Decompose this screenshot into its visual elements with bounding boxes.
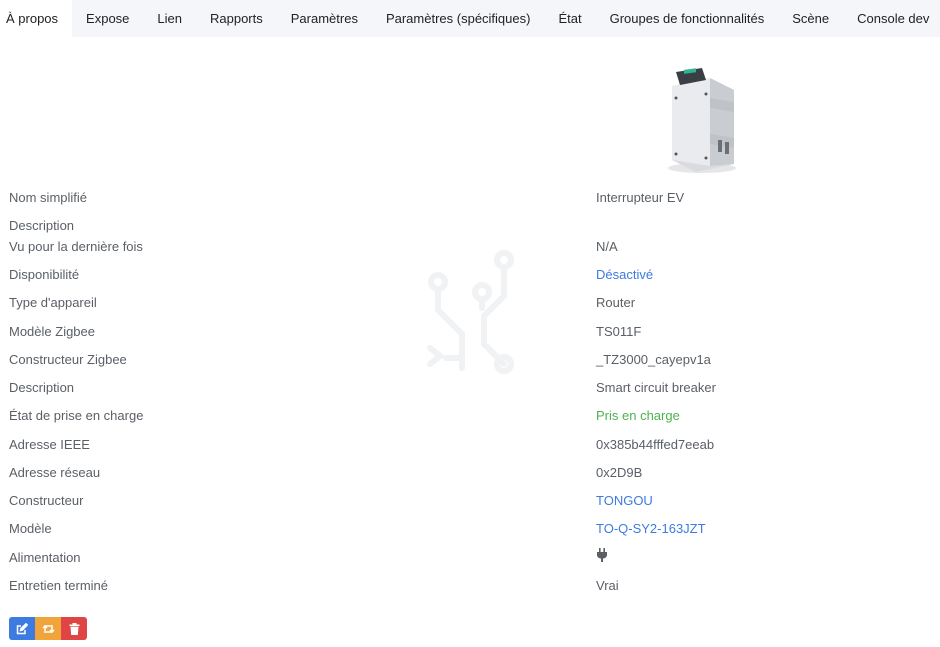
value-last-seen: N/A <box>596 239 618 254</box>
value-interview-completed: Vrai <box>596 578 619 593</box>
model-link[interactable]: TO-Q-SY2-163JZT <box>596 521 706 536</box>
availability-link[interactable]: Désactivé <box>596 267 653 282</box>
edit-button[interactable] <box>9 617 35 640</box>
tab-dev-console[interactable]: Console dev <box>843 0 940 37</box>
value-network-address: 0x2D9B <box>596 465 643 480</box>
tab-bar: À propos Expose Lien Rapports Paramètres… <box>0 0 940 37</box>
tab-scene[interactable]: Scène <box>778 0 843 37</box>
swap-icon <box>41 624 55 633</box>
tab-feature-groups[interactable]: Groupes de fonctionnalités <box>596 0 779 37</box>
tab-bind[interactable]: Lien <box>143 0 196 37</box>
tab-settings[interactable]: Paramètres <box>277 0 372 37</box>
label-ieee-address: Adresse IEEE <box>9 437 90 452</box>
label-description: Description <box>9 218 75 233</box>
device-image <box>668 68 736 173</box>
plug-icon <box>596 548 608 565</box>
swap-button[interactable] <box>35 617 61 640</box>
label-last-seen: Vu pour la dernière fois <box>9 239 143 254</box>
label-zigbee-manufacturer: Constructeur Zigbee <box>9 352 127 367</box>
delete-button[interactable] <box>61 617 87 640</box>
manufacturer-link[interactable]: TONGOU <box>596 493 653 508</box>
label-model: Modèle <box>9 521 52 536</box>
value-device-type: Router <box>596 295 636 310</box>
label-friendly-name: Nom simplifié <box>9 190 88 205</box>
label-interview-completed: Entretien terminé <box>9 578 108 593</box>
value-support-status: Pris en charge <box>596 408 680 423</box>
tab-state[interactable]: État <box>544 0 595 37</box>
value-ieee-address: 0x385b44fffed7eeab <box>596 437 715 452</box>
tab-reports[interactable]: Rapports <box>196 0 277 37</box>
label-network-address: Adresse réseau <box>9 465 101 480</box>
label-availability: Disponibilité <box>9 267 80 282</box>
value-zigbee-model: TS011F <box>596 324 642 339</box>
label-description-2: Description <box>9 380 75 395</box>
label-manufacturer: Constructeur <box>9 493 84 508</box>
trash-icon <box>69 622 79 635</box>
tab-specific-settings[interactable]: Paramètres (spécifiques) <box>372 0 545 37</box>
label-device-type: Type d'appareil <box>9 295 97 310</box>
tab-expose[interactable]: Expose <box>72 0 143 37</box>
zigbee-watermark-icon <box>427 250 514 374</box>
label-zigbee-model: Modèle Zigbee <box>9 324 95 339</box>
edit-icon <box>16 622 28 634</box>
device-actions <box>9 617 87 640</box>
tab-about[interactable]: À propos <box>0 0 73 37</box>
label-support-status: État de prise en charge <box>9 408 144 423</box>
label-power-source: Alimentation <box>9 550 81 565</box>
value-zigbee-manufacturer: _TZ3000_cayepv1a <box>596 352 711 367</box>
value-description-2: Smart circuit breaker <box>596 380 716 395</box>
value-friendly-name: Interrupteur EV <box>596 190 685 205</box>
